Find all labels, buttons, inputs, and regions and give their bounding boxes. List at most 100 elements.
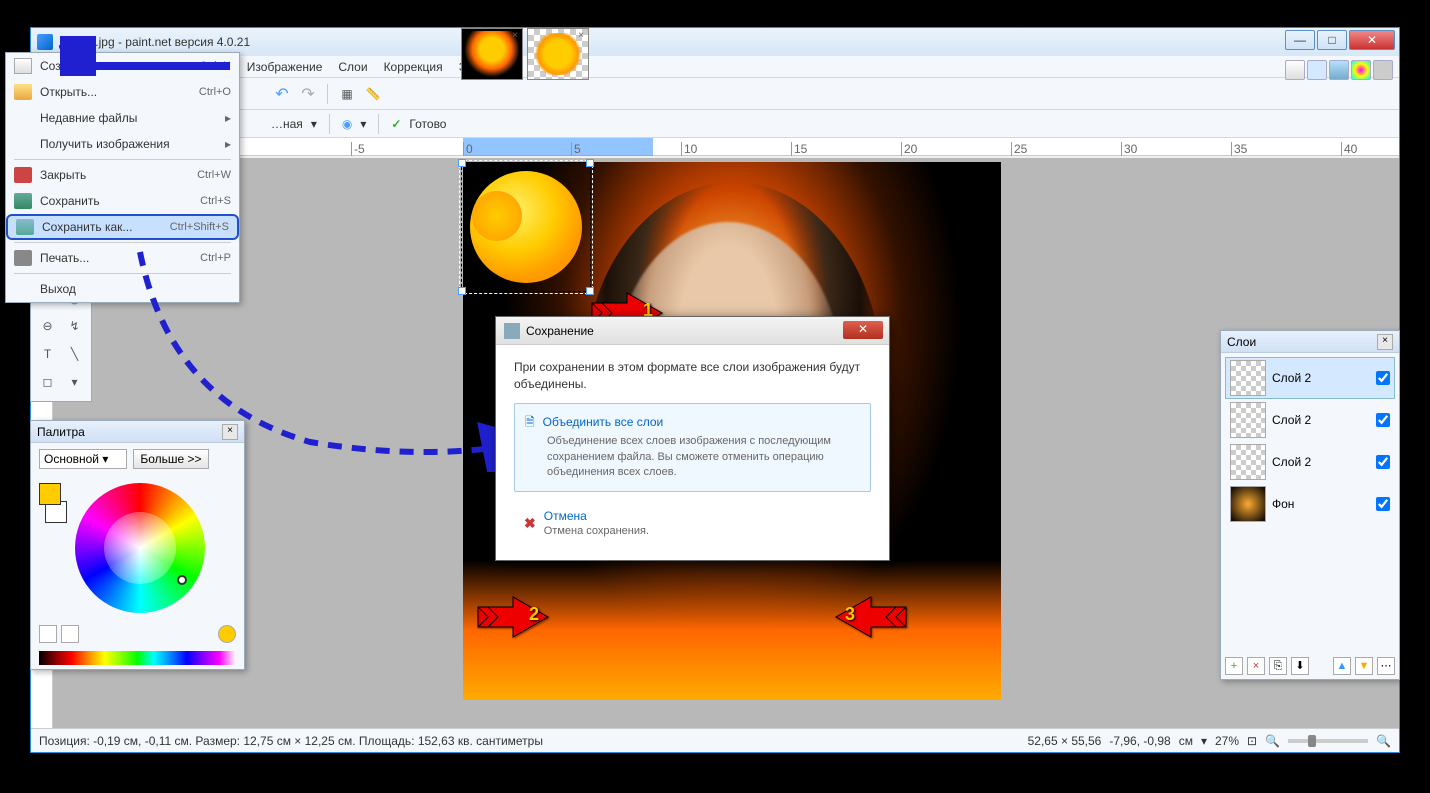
- menu-icon: [14, 193, 32, 209]
- layers-list: Слой 2 Слой 2 Слой 2 Фон: [1221, 353, 1399, 529]
- dialog-title: Сохранение: [526, 324, 594, 338]
- recolor-tool[interactable]: ↯: [62, 313, 87, 339]
- menu-item-Печать...[interactable]: Печать...Ctrl+P: [6, 245, 239, 271]
- palette-title: Палитра: [37, 425, 85, 439]
- more-button[interactable]: Больше >>: [133, 449, 208, 469]
- option-title: Объединить все слои: [543, 414, 664, 431]
- history-icon[interactable]: [1307, 60, 1327, 80]
- close-icon[interactable]: ×: [509, 30, 521, 42]
- layer-row[interactable]: Фон: [1225, 483, 1395, 525]
- line-tool[interactable]: ╲: [62, 341, 87, 367]
- delete-layer-button[interactable]: ×: [1247, 657, 1265, 675]
- layers-close-button[interactable]: ×: [1377, 334, 1393, 350]
- redo-button[interactable]: ↷: [297, 83, 319, 105]
- layers-panel[interactable]: Слои × Слой 2 Слой 2 Слой 2 Фон + × ⎘ ⬇ ▲ ▼…: [1220, 330, 1400, 680]
- dialog-message: При сохранении в этом формате все слои и…: [514, 359, 871, 393]
- layer-label: Слой 2: [1272, 455, 1370, 469]
- layer-label: Фон: [1272, 497, 1370, 511]
- layer-row[interactable]: Слой 2: [1225, 357, 1395, 399]
- shapes-tool[interactable]: ◻: [35, 369, 60, 395]
- layer-row[interactable]: Слой 2: [1225, 399, 1395, 441]
- layers-toolbar: + × ⎘ ⬇ ▲ ▼ ⋯: [1225, 657, 1395, 675]
- ruler-button[interactable]: 📏: [362, 83, 384, 105]
- minimize-button[interactable]: —: [1285, 30, 1315, 50]
- file-menu: Создать...Ctrl+NОткрыть...Ctrl+OНедавние…: [5, 52, 240, 303]
- resize-handle[interactable]: [586, 159, 594, 167]
- window-title: Джоли.jpg - paint.net версия 4.0.21: [59, 35, 1393, 49]
- status-unit[interactable]: см: [1179, 734, 1193, 748]
- zoom-in-icon[interactable]: 🔍: [1376, 734, 1391, 748]
- menu-icon: [16, 219, 34, 235]
- wheel-cursor[interactable]: [177, 575, 187, 585]
- duplicate-layer-button[interactable]: ⎘: [1269, 657, 1287, 675]
- palette-action-1[interactable]: [39, 625, 57, 643]
- move-down-button[interactable]: ▼: [1355, 657, 1373, 675]
- menu-image[interactable]: Изображение: [239, 57, 331, 77]
- layer-visible-checkbox[interactable]: [1376, 455, 1390, 469]
- palette-close-button[interactable]: ×: [222, 424, 238, 440]
- menu-item-Создать...[interactable]: Создать...Ctrl+N: [6, 53, 239, 79]
- palette-action-2[interactable]: [61, 625, 79, 643]
- move-up-button[interactable]: ▲: [1333, 657, 1351, 675]
- resize-handle[interactable]: [458, 287, 466, 295]
- clone-tool[interactable]: ⊖: [35, 313, 60, 339]
- menu-item-Сохранить как...[interactable]: Сохранить как...Ctrl+Shift+S: [6, 214, 239, 240]
- color-swatches[interactable]: [39, 483, 67, 523]
- thumb-2[interactable]: ×: [527, 28, 589, 80]
- layers-icon[interactable]: [1329, 60, 1349, 80]
- thumb-1[interactable]: ×: [461, 28, 523, 80]
- color-strip[interactable]: [39, 651, 236, 665]
- annotation-arrow-2: 2: [473, 592, 553, 645]
- layer-visible-checkbox[interactable]: [1376, 371, 1390, 385]
- layers-titlebar[interactable]: Слои ×: [1221, 331, 1399, 353]
- dialog-titlebar[interactable]: Сохранение ✕: [496, 317, 889, 345]
- flatten-option[interactable]: 🗎Объединить все слои Объединение всех сл…: [514, 403, 871, 492]
- dropdown-icon[interactable]: ▾: [311, 117, 317, 131]
- option-desc: Объединение всех слоев изображения с пос…: [547, 434, 860, 480]
- palette-panel[interactable]: Палитра × Основной ▾ Больше >>: [30, 420, 245, 670]
- zoom-out-icon[interactable]: 🔍: [1265, 734, 1280, 748]
- layer-props-button[interactable]: ⋯: [1377, 657, 1395, 675]
- layer-visible-checkbox[interactable]: [1376, 413, 1390, 427]
- save-dialog: Сохранение ✕ При сохранении в этом форма…: [495, 316, 890, 561]
- grid-button[interactable]: ▦: [336, 83, 358, 105]
- dialog-close-button[interactable]: ✕: [843, 321, 883, 339]
- zoom-slider[interactable]: [1288, 739, 1368, 743]
- resize-handle[interactable]: [458, 159, 466, 167]
- color-mode-select[interactable]: Основной ▾: [39, 449, 127, 469]
- cancel-option[interactable]: ✖ Отмена Отмена сохранения.: [514, 502, 871, 546]
- fg-color[interactable]: [39, 483, 61, 505]
- menu-layers[interactable]: Слои: [330, 57, 375, 77]
- menu-item-Закрыть[interactable]: ЗакрытьCtrl+W: [6, 162, 239, 188]
- menu-item-Получить изображения[interactable]: Получить изображения▸: [6, 131, 239, 157]
- layer-row[interactable]: Слой 2: [1225, 441, 1395, 483]
- menu-adjust[interactable]: Коррекция: [376, 57, 451, 77]
- text-tool[interactable]: T: [35, 341, 60, 367]
- color-wheel[interactable]: [75, 483, 205, 613]
- zoom-fit-icon[interactable]: ⊡: [1247, 734, 1257, 748]
- selection[interactable]: [461, 162, 591, 292]
- tools-icon[interactable]: [1285, 60, 1305, 80]
- mode-label: …ная: [271, 117, 303, 131]
- maximize-button[interactable]: □: [1317, 30, 1347, 50]
- status-position: Позиция: -0,19 см, -0,11 см. Размер: 12,…: [39, 734, 543, 748]
- palette-titlebar[interactable]: Палитра ×: [31, 421, 244, 443]
- menu-item-Недавние файлы[interactable]: Недавние файлы▸: [6, 105, 239, 131]
- menu-item-Открыть...[interactable]: Открыть...Ctrl+O: [6, 79, 239, 105]
- shapes-dropdown[interactable]: ▾: [62, 369, 87, 395]
- colors-icon[interactable]: [1351, 60, 1371, 80]
- layer-label: Слой 2: [1272, 371, 1370, 385]
- undo-button[interactable]: ↶: [271, 83, 293, 105]
- add-layer-button[interactable]: +: [1225, 657, 1243, 675]
- layer-visible-checkbox[interactable]: [1376, 497, 1390, 511]
- merge-down-button[interactable]: ⬇: [1291, 657, 1309, 675]
- window-buttons: — □ ✕: [1283, 30, 1395, 50]
- menu-item-Сохранить[interactable]: СохранитьCtrl+S: [6, 188, 239, 214]
- dropdown-icon[interactable]: ▾: [360, 117, 366, 131]
- close-icon[interactable]: ×: [575, 30, 587, 42]
- current-color[interactable]: [218, 625, 236, 643]
- settings-icon[interactable]: [1373, 60, 1393, 80]
- menu-item-Выход[interactable]: Выход: [6, 276, 239, 302]
- close-button[interactable]: ✕: [1349, 30, 1395, 50]
- utility-icons: [1285, 60, 1393, 80]
